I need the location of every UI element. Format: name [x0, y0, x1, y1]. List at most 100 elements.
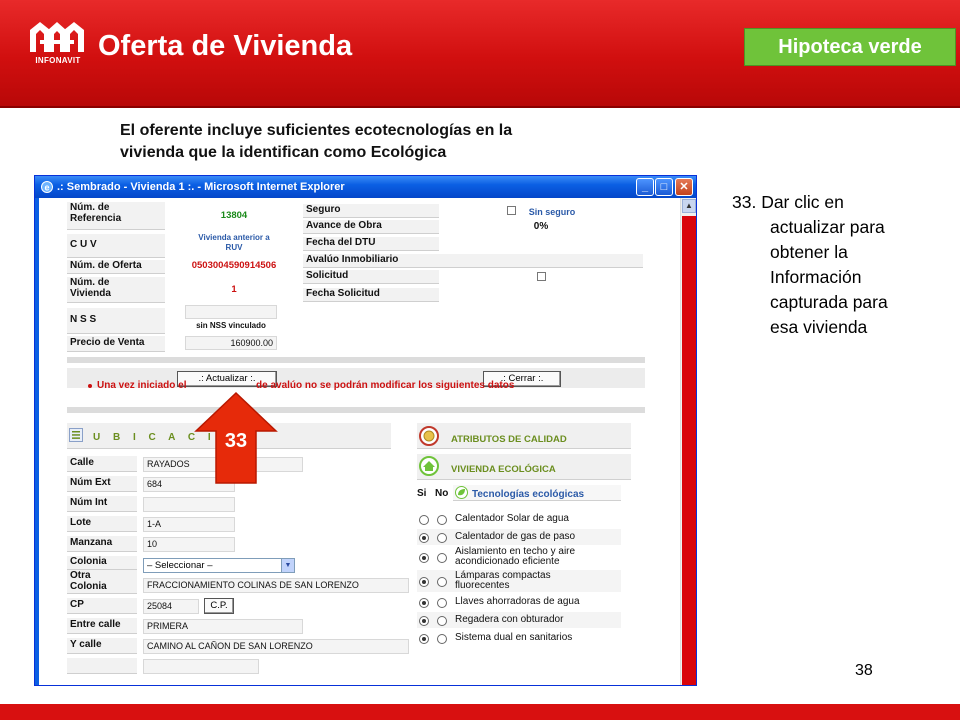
window-titlebar[interactable]: e .: Sembrado - Vivienda 1 :. - Microsof… — [35, 176, 696, 198]
subtitle-line-2: vivienda que la identifican como Ecológi… — [120, 144, 447, 161]
colonia-label: Colonia — [67, 556, 137, 570]
tech-label-line-1: Calentador de gas de paso — [455, 531, 576, 542]
tech-si-radio[interactable] — [419, 515, 429, 525]
y-calle-input[interactable]: CAMINO AL CAÑON DE SAN LORENZO — [143, 639, 409, 654]
vivienda-ecologica-title: VIVIENDA ECOLÓGICA — [451, 464, 556, 475]
tech-label: Calentador Solar de agua — [455, 514, 625, 524]
num-referencia-value: 13804 — [220, 210, 248, 221]
cp-label: CP — [67, 598, 137, 614]
seguro-checkbox[interactable] — [507, 206, 516, 215]
tech-si-radio[interactable] — [419, 598, 429, 608]
tech-no-radio[interactable] — [437, 616, 447, 626]
fecha-solicitud-label: Fecha Solicitud — [303, 288, 439, 302]
tech-no-radio[interactable] — [437, 598, 447, 608]
tech-label-line-2: fluorecentes — [455, 580, 510, 591]
num-vivienda-label-2: Vivienda — [70, 288, 111, 299]
calle-label: Calle — [67, 456, 137, 472]
cuv-value-line-2: RUV — [225, 243, 243, 252]
cuv-value: Vivienda anterior a RUV — [179, 233, 289, 253]
cp-input[interactable]: 25084 — [143, 599, 199, 614]
nss-input[interactable] — [185, 305, 277, 319]
tech-no-radio[interactable] — [437, 634, 447, 644]
si-column-header: Si — [417, 488, 427, 499]
slide-header: INFONAVIT Oferta de Vivienda Hipoteca ve… — [0, 0, 960, 108]
scroll-thumb[interactable] — [682, 216, 696, 685]
tech-label-line-2: acondicionado eficiente — [455, 556, 560, 567]
tech-si-radio[interactable] — [419, 553, 429, 563]
cp-button[interactable]: C.P. — [204, 598, 234, 614]
num-oferta-value: 0503004590914506 — [191, 260, 277, 271]
instruction-line-5: capturada para — [770, 292, 888, 312]
tech-si-radio[interactable] — [419, 577, 429, 587]
separator — [67, 357, 645, 363]
tech-label-line-1: Regadera con obturador — [455, 614, 564, 625]
list-icon — [69, 428, 83, 442]
seguro-label: Seguro — [303, 204, 439, 218]
svg-text:e: e — [44, 183, 49, 193]
footer-bar — [0, 704, 960, 720]
manzana-input[interactable]: 10 — [143, 537, 235, 552]
instruction-text: 33. Dar clic en actualizar para obtener … — [732, 190, 947, 340]
separator — [67, 407, 645, 413]
tech-no-radio[interactable] — [437, 533, 447, 543]
otra-colonia-input[interactable]: FRACCIONAMIENTO COLINAS DE SAN LORENZO — [143, 578, 409, 593]
seguro-value: Sin seguro — [528, 207, 576, 217]
num-vivienda-label-1: Núm. de — [70, 277, 110, 288]
warning-text-part-1: Una vez iniciado el — [97, 380, 187, 391]
scroll-up-icon[interactable]: ▲ — [682, 199, 696, 213]
tech-si-radio[interactable] — [419, 634, 429, 644]
warning-bullet — [88, 384, 92, 388]
y-calle-label: Y calle — [67, 638, 137, 654]
award-icon — [419, 426, 439, 446]
avance-label: Avance de Obra — [303, 220, 439, 234]
manzana-label: Manzana — [67, 536, 137, 552]
otra-colonia-label-1: Otra — [70, 570, 91, 581]
instruction-line-3: obtener la — [770, 242, 848, 262]
no-column-header: No — [435, 488, 449, 499]
instruction-line-6: esa vivienda — [770, 317, 868, 337]
num-referencia-label-2: Referencia — [70, 213, 122, 224]
entre-calle-label: Entre calle — [67, 618, 137, 634]
colonia-select[interactable]: – Seleccionar – ▼ — [143, 558, 295, 573]
minimize-icon[interactable]: _ — [636, 178, 654, 196]
tech-si-radio[interactable] — [419, 616, 429, 626]
cuv-value-line-1: Vivienda anterior a — [198, 233, 270, 242]
vertical-scrollbar[interactable]: ▲ — [680, 198, 696, 685]
tech-label: Lámparas compactas fluorecentes — [455, 571, 625, 591]
callout-number: 33 — [224, 430, 248, 452]
tech-label-line-1: Sistema dual en sanitarios — [455, 632, 573, 643]
tech-no-radio[interactable] — [437, 515, 447, 525]
lote-input[interactable]: 1-A — [143, 517, 235, 532]
entre-calle-input[interactable]: PRIMERA — [143, 619, 303, 634]
tech-label: Calentador de gas de paso — [455, 532, 625, 542]
instruction-line-2: actualizar para — [770, 217, 885, 237]
slide-title: Oferta de Vivienda — [98, 30, 353, 62]
next-label — [67, 658, 137, 674]
tech-si-radio[interactable] — [419, 533, 429, 543]
tech-no-radio[interactable] — [437, 553, 447, 563]
page-content: Núm. de Referencia 13804 C U V Vivienda … — [39, 198, 680, 685]
colonia-select-value: – Seleccionar – — [147, 560, 213, 571]
lote-label: Lote — [67, 516, 137, 532]
instruction-line-4: Información — [770, 267, 862, 287]
avaluo-label: Avalúo Inmobiliario — [303, 254, 643, 268]
atributos-calidad-title: ATRIBUTOS DE CALIDAD — [451, 434, 567, 445]
subtitle-line-1: El oferente incluye suficientes ecotecno… — [120, 122, 513, 139]
tech-label-line-1: Calentador Solar de agua — [455, 513, 569, 524]
solicitud-label: Solicitud — [303, 270, 439, 284]
num-oferta-label: Núm. de Oferta — [67, 260, 165, 274]
solicitud-checkbox[interactable] — [537, 272, 546, 281]
next-input[interactable] — [143, 659, 259, 674]
page-number: 38 — [855, 662, 873, 679]
num-vivienda-value: 1 — [231, 284, 237, 295]
num-ext-label: Núm Ext — [67, 476, 137, 492]
tech-label: Regadera con obturador — [455, 615, 625, 625]
tecnologias-title: Tecnologías ecológicas — [472, 489, 585, 500]
nss-label: N S S — [67, 308, 165, 334]
maximize-icon[interactable]: □ — [655, 178, 673, 196]
tech-no-radio[interactable] — [437, 577, 447, 587]
ie-window: e .: Sembrado - Vivienda 1 :. - Microsof… — [34, 175, 697, 686]
num-int-input[interactable] — [143, 497, 235, 512]
close-icon[interactable]: ✕ — [675, 178, 693, 196]
chevron-down-icon[interactable]: ▼ — [281, 559, 294, 572]
